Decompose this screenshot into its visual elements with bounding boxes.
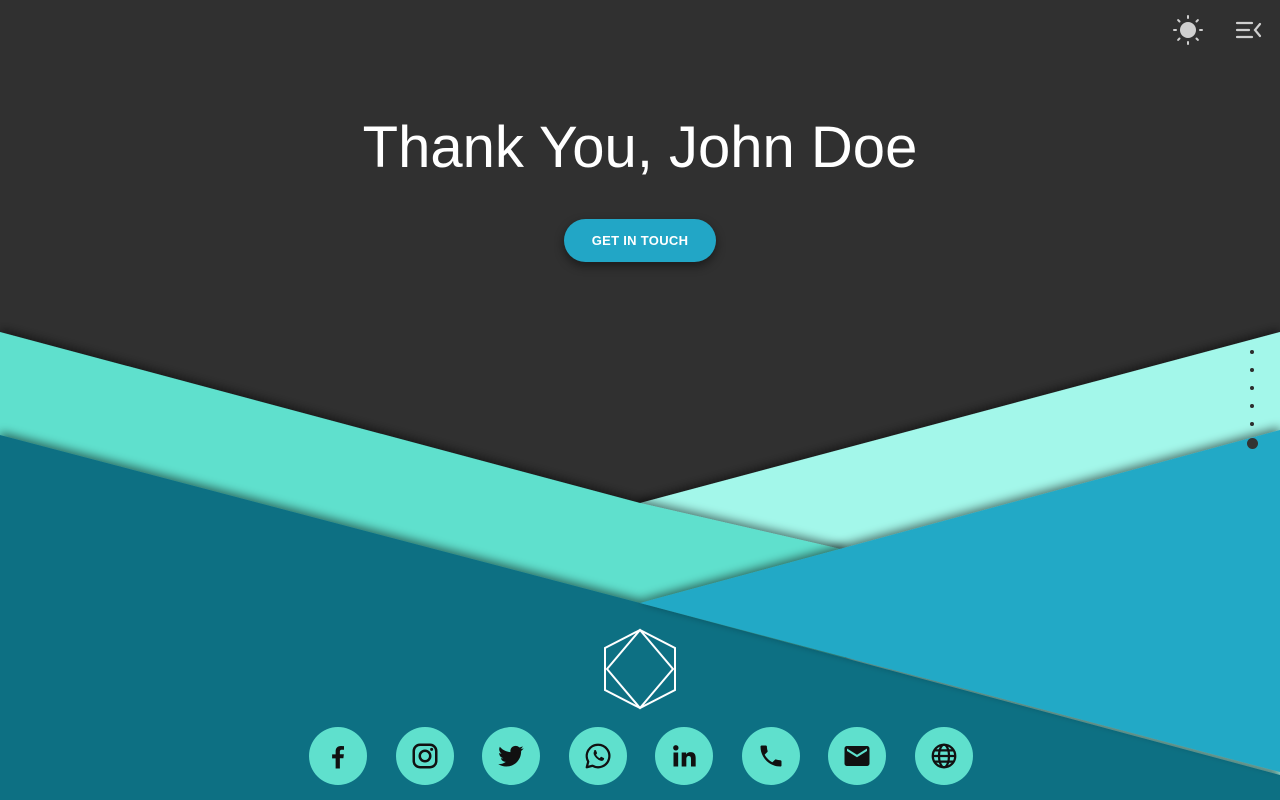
linkedin-icon <box>673 745 696 767</box>
whatsapp-icon <box>585 743 610 769</box>
twitter-button[interactable] <box>482 727 540 785</box>
section-dot[interactable] <box>1250 386 1254 390</box>
social-links <box>309 727 973 785</box>
twitter-icon <box>498 745 524 767</box>
facebook-button[interactable] <box>309 727 367 785</box>
facebook-icon <box>332 746 344 769</box>
hexagon-diamond-logo <box>604 628 676 710</box>
whatsapp-button[interactable] <box>568 727 627 785</box>
instagram-button[interactable] <box>395 727 454 785</box>
globe-icon <box>931 743 956 769</box>
menu-collapse-icon <box>1235 21 1262 39</box>
page-title: Thank You, John Doe <box>362 115 918 180</box>
phone-button[interactable] <box>741 727 800 785</box>
phone-icon <box>760 745 781 767</box>
page: Thank You, John Doe GET IN TOUCH <box>0 0 1280 800</box>
section-dot[interactable] <box>1250 368 1254 372</box>
section-dot[interactable] <box>1250 422 1254 426</box>
email-button[interactable] <box>828 727 886 785</box>
section-nav <box>1242 350 1262 463</box>
theme-toggle-button[interactable] <box>1170 12 1206 48</box>
instagram-icon <box>412 743 437 769</box>
menu-button[interactable] <box>1231 12 1267 48</box>
website-button[interactable] <box>914 727 973 785</box>
get-in-touch-button[interactable]: GET IN TOUCH <box>564 219 716 262</box>
sun-icon <box>1173 15 1203 45</box>
section-dot[interactable] <box>1250 350 1254 354</box>
email-icon <box>844 746 870 766</box>
linkedin-button[interactable] <box>655 727 713 785</box>
section-dot-active[interactable] <box>1246 438 1258 449</box>
section-dot[interactable] <box>1250 404 1254 408</box>
